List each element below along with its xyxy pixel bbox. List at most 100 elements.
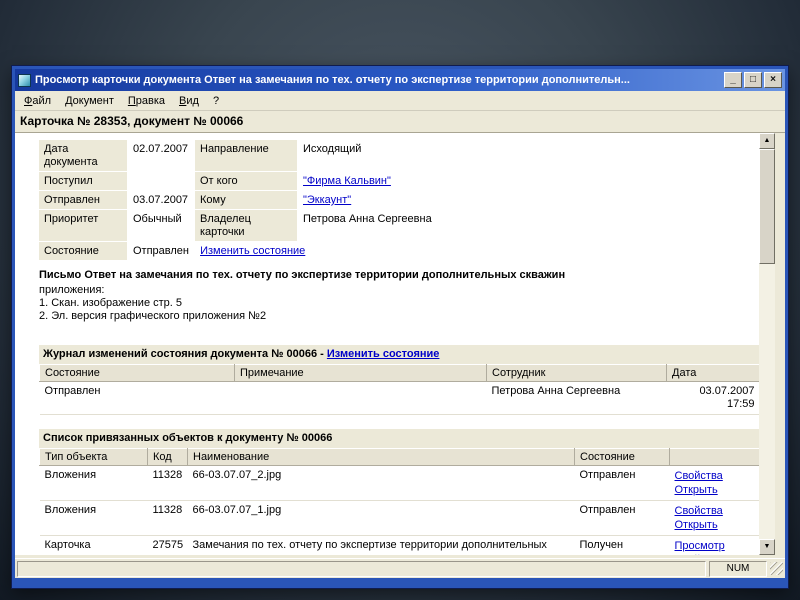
menu-edit[interactable]: Правка <box>121 93 172 109</box>
state-value: Отправлен <box>133 245 189 257</box>
scroll-up-button[interactable]: ▲ <box>759 133 775 149</box>
menubar: Файл Документ Правка Вид ? <box>15 91 785 111</box>
object-name: 66-03.07.07_1.jpg <box>187 500 575 536</box>
desktop-background: Просмотр карточки документа Ответ на зам… <box>0 0 800 600</box>
document-title: Письмо Ответ на замечания по тех. отчету… <box>39 269 566 281</box>
received-value <box>128 172 194 190</box>
window-body: Дата документа 02.07.2007 Направление Ис… <box>15 133 785 558</box>
to-link[interactable]: "Эккаунт" <box>303 194 351 206</box>
properties-link[interactable]: Свойства <box>675 553 755 555</box>
journal-date: 03.07.2007 17:59 <box>666 381 759 415</box>
objects-col-name: Наименование <box>187 448 575 466</box>
object-code: 11328 <box>147 500 188 536</box>
object-type: Вложения <box>39 465 148 501</box>
object-actions: Просмотр Свойства <box>669 535 759 555</box>
journal-note <box>234 381 487 415</box>
minimize-button[interactable]: _ <box>724 72 742 88</box>
objects-col-code: Код <box>147 448 188 466</box>
direction-value: Исходящий <box>298 140 759 171</box>
object-row: Карточка документа 27575 Замечания по те… <box>39 535 759 555</box>
priority-label: Приоритет <box>39 210 127 241</box>
vertical-scrollbar[interactable]: ▲ ▼ <box>759 133 775 555</box>
objects-header-row: Тип объекта Код Наименование Состояние <box>39 448 759 466</box>
close-button[interactable]: × <box>764 72 782 88</box>
description-line: 1. Скан. изображение стр. 5 <box>39 297 183 309</box>
scroll-down-button[interactable]: ▼ <box>759 539 775 555</box>
state-label: Состояние <box>39 242 127 260</box>
open-link[interactable]: Открыть <box>675 518 755 532</box>
object-row: Вложения 11328 66-03.07.07_2.jpg Отправл… <box>39 465 759 501</box>
direction-label: Направление <box>195 140 297 171</box>
statusbar: NUM <box>15 558 785 578</box>
from-link[interactable]: "Фирма Кальвин" <box>303 175 391 187</box>
received-label: Поступил <box>39 172 127 190</box>
journal-header-row: Состояние Примечание Сотрудник Дата <box>39 364 759 382</box>
owner-value: Петрова Анна Сергеевна <box>298 210 759 241</box>
content-area: Дата документа 02.07.2007 Направление Ис… <box>15 133 759 555</box>
object-type: Карточка документа <box>39 535 148 555</box>
journal-col-note: Примечание <box>234 364 487 382</box>
state-value-row: Отправлен Изменить состояние <box>128 242 759 260</box>
object-state: Отправлен <box>574 465 670 501</box>
object-name: 66-03.07.07_2.jpg <box>187 465 575 501</box>
sent-value: 03.07.2007 <box>128 191 194 209</box>
objects-table: Тип объекта Код Наименование Состояние В… <box>39 448 759 555</box>
view-link[interactable]: Просмотр <box>675 539 755 553</box>
object-code: 27575 <box>147 535 188 555</box>
to-label: Кому <box>195 191 297 209</box>
objects-col-actions <box>669 448 759 466</box>
open-link[interactable]: Открыть <box>675 483 755 497</box>
scrollbar-track[interactable] <box>759 149 775 539</box>
app-window: Просмотр карточки документа Ответ на зам… <box>12 66 788 588</box>
to-value: "Эккаунт" <box>298 191 759 209</box>
objects-col-state: Состояние <box>574 448 670 466</box>
journal-row: Отправлен Петрова Анна Сергеевна 03.07.2… <box>39 381 759 415</box>
card-title: Карточка № 28353, документ № 00066 <box>15 111 785 133</box>
num-lock-indicator: NUM <box>709 560 767 577</box>
from-value: "Фирма Кальвин" <box>298 172 759 190</box>
menu-document[interactable]: Документ <box>58 93 121 109</box>
app-icon <box>18 73 31 87</box>
properties-link[interactable]: Свойства <box>675 504 755 518</box>
card-fields: Дата документа 02.07.2007 Направление Ис… <box>39 140 759 260</box>
object-row: Вложения 11328 66-03.07.07_1.jpg Отправл… <box>39 500 759 536</box>
object-name: Замечания по тех. отчету по экспертизе т… <box>187 535 575 555</box>
properties-link[interactable]: Свойства <box>675 469 755 483</box>
description-line: приложения: <box>39 284 105 296</box>
object-actions: Свойства Открыть <box>669 465 759 501</box>
window-title: Просмотр карточки документа Ответ на зам… <box>35 74 630 86</box>
journal-col-state: Состояние <box>39 364 235 382</box>
status-message-panel <box>17 560 706 577</box>
objects-col-type: Тип объекта <box>39 448 148 466</box>
from-label: От кого <box>195 172 297 190</box>
menu-view[interactable]: Вид <box>172 93 206 109</box>
scrollbar-thumb[interactable] <box>759 149 775 264</box>
priority-value: Обычный <box>128 210 194 241</box>
journal-table: Состояние Примечание Сотрудник Дата Отпр… <box>39 364 759 415</box>
change-state-link[interactable]: Изменить состояние <box>200 245 305 257</box>
object-code: 11328 <box>147 465 188 501</box>
object-type: Вложения <box>39 500 148 536</box>
titlebar[interactable]: Просмотр карточки документа Ответ на зам… <box>15 69 785 91</box>
resize-grip-icon[interactable] <box>770 562 783 575</box>
owner-label: Владелец карточки <box>195 210 297 241</box>
journal-col-employee: Сотрудник <box>486 364 667 382</box>
object-state: Получен <box>574 535 670 555</box>
journal-title-text: Журнал изменений состояния документа № 0… <box>43 348 327 360</box>
journal-state: Отправлен <box>39 381 235 415</box>
journal-change-state-link[interactable]: Изменить состояние <box>327 348 440 360</box>
document-description: Письмо Ответ на замечания по тех. отчету… <box>39 269 759 323</box>
description-line: 2. Эл. версия графического приложения №2 <box>39 310 267 322</box>
maximize-button[interactable]: □ <box>744 72 762 88</box>
journal-employee: Петрова Анна Сергеевна <box>486 381 667 415</box>
menu-file[interactable]: Файл <box>17 93 58 109</box>
object-state: Отправлен <box>574 500 670 536</box>
journal-col-date: Дата <box>666 364 759 382</box>
object-actions: Свойства Открыть <box>669 500 759 536</box>
sent-label: Отправлен <box>39 191 127 209</box>
date-value: 02.07.2007 <box>128 140 194 171</box>
journal-section-title: Журнал изменений состояния документа № 0… <box>39 345 759 364</box>
objects-section-title: Список привязанных объектов к документу … <box>39 429 759 448</box>
menu-help[interactable]: ? <box>206 93 226 109</box>
window-controls: _ □ × <box>724 72 782 88</box>
